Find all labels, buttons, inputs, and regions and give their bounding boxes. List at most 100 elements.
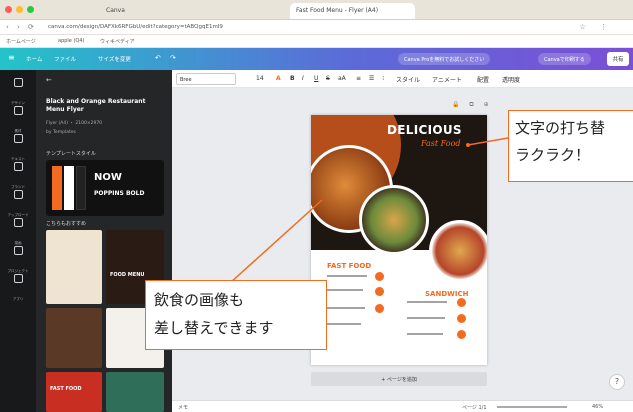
maximize-window-icon[interactable] [27,6,34,13]
rail-apps[interactable]: アプリ [0,270,36,301]
color-swatch [52,166,62,210]
image-callout: 飲食の画像も 差し替えできます [145,280,327,350]
template-thumbnail[interactable] [46,230,102,304]
address-bar: ‹ › ⟳ canva.com/design/DAFXk6RFGbU/edit?… [0,20,633,35]
minimize-window-icon[interactable] [16,6,23,13]
more-section-header: こちらもおすすめ [46,221,87,227]
sandwich-image[interactable] [429,220,487,282]
rail-text[interactable]: テキスト [0,130,36,161]
nav-arrows-icon[interactable]: ‹ › ⟳ [6,23,37,31]
italic-button[interactable]: I [302,75,304,82]
status-bar: メモ ページ 1/1 46% [172,400,633,412]
text-edit-callout: 文字の打ち替 ラクラク！ [508,110,633,182]
rail-design[interactable]: デザイン [0,74,36,105]
color-swatch [64,166,74,210]
template-thumbnail[interactable] [46,308,102,368]
rail-draw[interactable]: 描画 [0,214,36,245]
page-counter[interactable]: ページ 1/1 [462,404,487,411]
shapes-icon [13,106,23,115]
font-size-field[interactable]: 14 [256,75,264,82]
zoom-level[interactable]: 46% [592,404,603,410]
brand-icon [13,162,23,171]
share-button[interactable]: 共有 [607,52,629,66]
notes-button[interactable]: メモ [178,404,188,411]
rail-elements[interactable]: 素材 [0,102,36,133]
color-swatch [76,166,86,210]
header-resize[interactable]: サイズを変更 [98,55,131,63]
apps-icon [13,274,23,283]
position-button[interactable]: 配置 [477,75,489,84]
fast-food-heading[interactable]: FAST FOOD [327,262,371,270]
pen-icon [13,218,23,227]
template-title: Black and Orange Restaurant Menu Flyer [46,98,146,113]
page-tools-icon[interactable]: 🔒 ⧉ ⊕ [452,101,493,109]
browser-tab-bar: Canva Fast Food Menu - Flyer (A4) [0,0,633,20]
template-style-card[interactable]: NOW POPPINS BOLD [46,160,164,216]
poster-script[interactable]: Fast Food [421,139,461,148]
menu-item-line [327,323,361,325]
text-icon [13,134,23,143]
browser-tab-active[interactable]: Fast Food Menu - Flyer (A4) [290,3,415,19]
zoom-slider[interactable] [497,406,567,408]
callout-line-2: ラクラク！ [515,146,591,164]
design-page[interactable]: DELICIOUS Fast Food FAST FOOD SANDWICH [311,115,487,365]
print-button[interactable]: Canvaで印刷する [538,53,591,65]
text-toolbar: Bree 14 A B I U S aA ≡ ☰ ⁝ スタイル アニメート 配置… [172,70,633,88]
close-window-icon[interactable] [5,6,12,13]
redo-icon[interactable]: ↷ [170,54,176,62]
upload-icon [13,190,23,199]
menu-item-line [407,333,443,335]
poster-headline[interactable]: DELICIOUS [387,123,462,137]
menu-icon[interactable]: ≡ [8,53,15,62]
animate-button[interactable]: アニメート [432,75,462,84]
bookmarks-bar: ホームページ apple (Q4) ウィキペディア [0,35,633,48]
price-badge [375,272,384,281]
burger-image[interactable] [359,185,429,255]
pro-trial-button[interactable]: Canva Proを無料でお試しください [398,53,491,65]
callout-line-2: 差し替えできます [154,319,274,337]
menu-item-line [407,317,445,319]
price-badge [457,330,466,339]
sandwich-heading[interactable]: SANDWICH [425,290,468,298]
price-badge [375,304,384,313]
strikethrough-button[interactable]: S [326,75,330,82]
bookmark-item[interactable]: ホームページ [6,38,36,45]
rail-brand[interactable]: ブランド [0,158,36,189]
text-style-button[interactable]: スタイル [396,75,420,84]
layout-icon [13,78,23,87]
template-thumbnail[interactable]: FAST FOOD [46,372,102,412]
browser-tab[interactable]: Canva [100,3,220,19]
folder-icon [13,246,23,255]
editor-header: ≡ ホーム ファイル サイズを変更 ↶ ↷ Canva Proを無料でお試しくだ… [0,48,633,70]
style-font: POPPINS BOLD [94,190,145,197]
bold-button[interactable]: B [290,75,295,82]
template-author[interactable]: by Templates [46,130,76,135]
screenshot-frame: Canva Fast Food Menu - Flyer (A4) ‹ › ⟳ … [0,0,633,412]
underline-button[interactable]: U [314,75,318,82]
rail-projects[interactable]: プロジェクト [0,242,36,273]
url-field[interactable]: canva.com/design/DAFXk6RFGbU/edit?catego… [48,24,223,30]
price-badge [375,287,384,296]
header-home[interactable]: ホーム [26,55,42,63]
back-arrow-icon[interactable]: ← [46,76,52,84]
add-page-button[interactable]: + ページを追加 [311,372,487,386]
callout-line-1: 飲食の画像も [154,291,245,309]
style-name: NOW [94,172,122,183]
price-badge [457,298,466,307]
template-thumbnail[interactable] [106,372,164,412]
bookmark-item[interactable]: ウィキペディア [100,38,135,45]
text-color-icon[interactable]: A [276,75,281,82]
case-button[interactable]: aA [338,75,346,82]
browser-actions-icon[interactable]: ☆ ⋮ [579,23,613,31]
bookmark-item[interactable]: apple (Q4) [58,38,84,44]
header-file[interactable]: ファイル [54,55,76,63]
transparency-button[interactable]: 透明度 [502,75,520,84]
align-list-icon[interactable]: ≡ ☰ ⁝ [356,75,387,82]
font-selector[interactable]: Bree [176,73,236,85]
menu-item-line [407,301,447,303]
callout-line-1: 文字の打ち替 [515,119,606,137]
undo-icon[interactable]: ↶ [155,54,161,62]
rail-uploads[interactable]: アップロード [0,186,36,217]
help-icon[interactable]: ? [609,374,625,390]
window-controls [5,6,34,13]
